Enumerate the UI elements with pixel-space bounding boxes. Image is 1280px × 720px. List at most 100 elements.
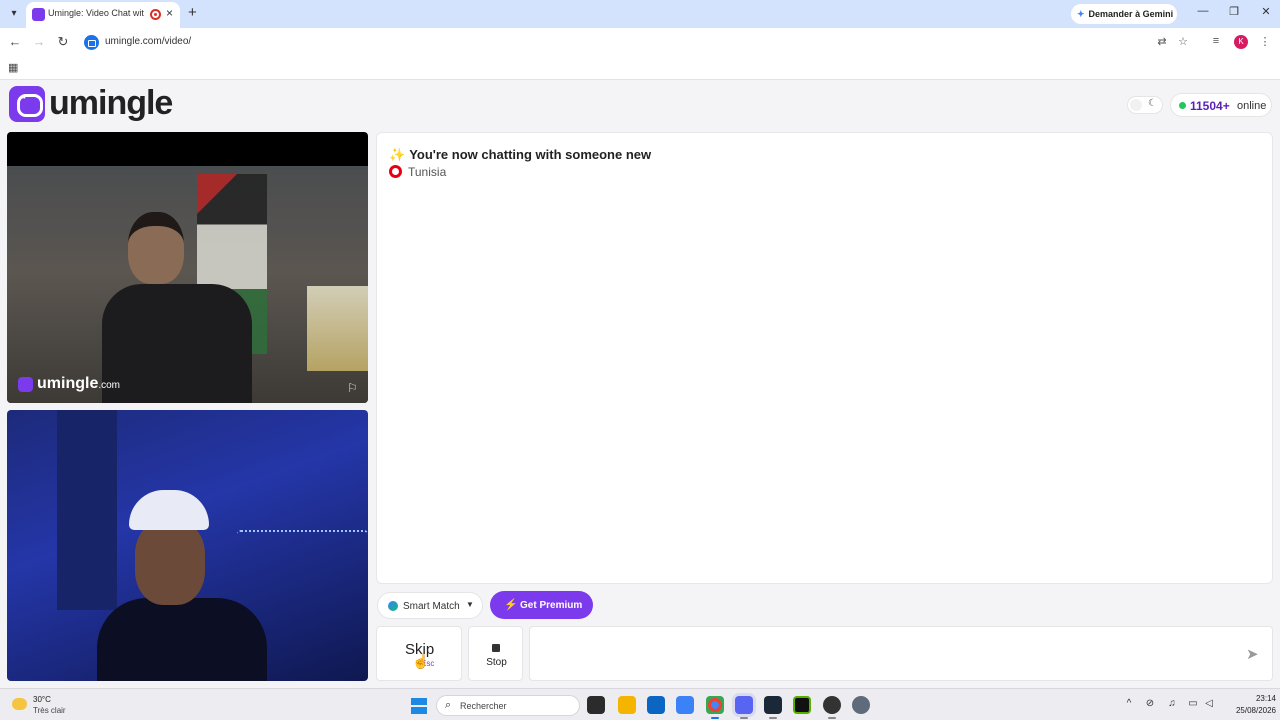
running-indicator — [828, 717, 836, 719]
watermark-name: umingle — [37, 375, 99, 392]
toggle-knob — [1130, 99, 1142, 111]
site-info-icon[interactable] — [84, 35, 99, 50]
get-premium-button[interactable]: ⚡ Get Premium — [490, 591, 593, 619]
umingle-favicon-icon — [32, 8, 45, 21]
chat-status-message: ✨ You're now chatting with someone new — [389, 147, 651, 163]
get-premium-label: Get Premium — [520, 600, 583, 611]
window-maximize-button[interactable]: ❐ — [1227, 5, 1241, 18]
online-label: online — [1237, 100, 1267, 112]
tunisia-flag-icon — [389, 165, 402, 178]
hand-cursor-icon: ☝ — [412, 653, 430, 669]
smart-match-dropdown[interactable]: Smart Match ▼ — [377, 592, 483, 619]
browser-tab-strip: ▾ Umingle: Video Chat with Strangers × +… — [0, 0, 1280, 28]
gemini-label: Demander à Gemini — [1088, 9, 1174, 19]
microphone-icon[interactable]: ♫ — [1165, 698, 1179, 709]
bookmark-star-icon[interactable]: ☆ — [1176, 35, 1190, 48]
message-input[interactable] — [529, 626, 1273, 681]
no-camera-icon[interactable]: ⊘ — [1143, 698, 1157, 709]
windows-start-icon[interactable] — [411, 698, 427, 714]
clock-time[interactable]: 23:14 — [1232, 694, 1276, 703]
dark-mode-toggle[interactable]: ☾ — [1127, 96, 1163, 114]
network-icon[interactable]: ▭ — [1186, 698, 1200, 709]
skip-button[interactable]: Skip Esc ☝ — [376, 626, 462, 681]
media-controls-icon[interactable]: ≡ — [1209, 35, 1223, 47]
active-indicator — [711, 717, 719, 719]
self-person-head — [135, 520, 205, 605]
partner-country-name: Tunisia — [408, 165, 447, 179]
ask-gemini-button[interactable]: ✦ Demander à Gemini — [1071, 4, 1177, 24]
window-minimize-button[interactable]: — — [1196, 5, 1210, 17]
obs-icon[interactable] — [823, 696, 841, 719]
self-person-image — [97, 480, 267, 681]
file-explorer-icon[interactable] — [618, 696, 636, 714]
remote-video: umingle.com ⚐ — [7, 132, 368, 403]
settings-gear-icon[interactable] — [852, 696, 870, 714]
profile-avatar[interactable]: K — [1234, 35, 1248, 49]
search-icon: ⌕ — [445, 699, 452, 711]
remote-person-body — [102, 284, 252, 403]
smart-match-label: Smart Match — [403, 601, 460, 612]
tab-search-icon[interactable]: ▾ — [6, 6, 22, 22]
reload-icon[interactable]: ↻ — [56, 34, 70, 50]
stop-square-icon — [492, 644, 500, 652]
window-close-button[interactable]: ✕ — [1259, 5, 1273, 18]
watermark-logo-icon — [18, 377, 33, 392]
chevron-down-icon: ▼ — [466, 600, 474, 609]
online-users-badge: 11504+ online — [1170, 93, 1272, 117]
gemini-sparkle-icon: ✦ — [1077, 9, 1085, 19]
online-count: 11504+ — [1190, 99, 1230, 113]
taskbar-search-placeholder: Rechercher — [460, 701, 507, 711]
chrome-icon[interactable] — [706, 696, 724, 719]
weather-description[interactable]: Très clair — [33, 706, 66, 715]
chat-panel: ✨ You're now chatting with someone new Tu… — [376, 132, 1273, 584]
stop-button[interactable]: Stop — [468, 626, 523, 681]
weather-temperature[interactable]: 30°C — [33, 695, 51, 704]
volume-icon[interactable]: ◁ — [1202, 698, 1216, 709]
self-person-body — [97, 598, 267, 681]
network-app-icon[interactable] — [676, 696, 694, 714]
sparkles-icon: ✨ — [389, 147, 406, 162]
steam-icon[interactable] — [764, 696, 782, 719]
tab-title: Umingle: Video Chat with Strangers — [48, 8, 144, 18]
lightning-bolt-icon: ⚡ — [504, 599, 518, 611]
address-bar-url[interactable]: umingle.com/video/ — [105, 36, 191, 47]
new-tab-button[interactable]: + — [188, 4, 197, 22]
forward-arrow-icon[interactable]: → — [32, 34, 46, 50]
apps-grid-icon[interactable]: ▦ — [8, 61, 18, 74]
translate-icon[interactable]: ⇄ — [1155, 35, 1169, 48]
windows-taskbar: 30°C Très clair ⌕ Rechercher ^ ⊘ ♫ ▭ ◁ 2… — [0, 688, 1280, 720]
self-video — [7, 410, 368, 681]
self-person-cap — [129, 490, 209, 530]
running-indicator — [740, 717, 748, 719]
weather-moon-icon[interactable] — [12, 698, 27, 710]
browser-toolbar: ← → ↻ umingle.com/video/ ⇄ ☆ ≡ K ⋮ — [0, 28, 1280, 56]
globe-icon — [388, 601, 398, 611]
microsoft-store-icon[interactable] — [647, 696, 665, 714]
moon-icon: ☾ — [1148, 98, 1157, 109]
site-logo-text[interactable]: umingle — [49, 84, 173, 123]
tab-close-button[interactable]: × — [166, 6, 173, 20]
taskbar-search-box[interactable]: ⌕ Rechercher — [436, 695, 580, 716]
chat-status-text: You're now chatting with someone new — [409, 147, 652, 162]
remote-person-head — [128, 212, 184, 284]
watermark-suffix: .com — [98, 380, 121, 391]
browser-tab[interactable]: Umingle: Video Chat with Strangers × — [26, 2, 180, 28]
back-arrow-icon[interactable]: ← — [8, 34, 22, 50]
task-view-icon[interactable] — [587, 696, 605, 714]
clock-date[interactable]: 25/08/2026 — [1222, 706, 1276, 715]
discord-icon[interactable] — [735, 696, 753, 719]
recording-indicator-icon — [150, 9, 161, 20]
send-icon[interactable]: ➤ — [1246, 645, 1259, 663]
partner-country: Tunisia — [389, 165, 446, 179]
nvidia-app-icon[interactable] — [793, 696, 811, 714]
tray-overflow-chevron-icon[interactable]: ^ — [1122, 698, 1136, 709]
report-flag-icon[interactable]: ⚐ — [347, 381, 358, 395]
background-shelf-image — [307, 286, 368, 371]
remote-video-frame — [7, 166, 368, 403]
umingle-logo-icon[interactable] — [9, 86, 45, 122]
wall-flag-triangle — [197, 174, 237, 214]
online-status-dot — [1179, 102, 1186, 109]
stop-label: Stop — [486, 657, 507, 668]
browser-menu-icon[interactable]: ⋮ — [1258, 35, 1272, 48]
bookmarks-bar: ▦ — [0, 56, 1280, 80]
